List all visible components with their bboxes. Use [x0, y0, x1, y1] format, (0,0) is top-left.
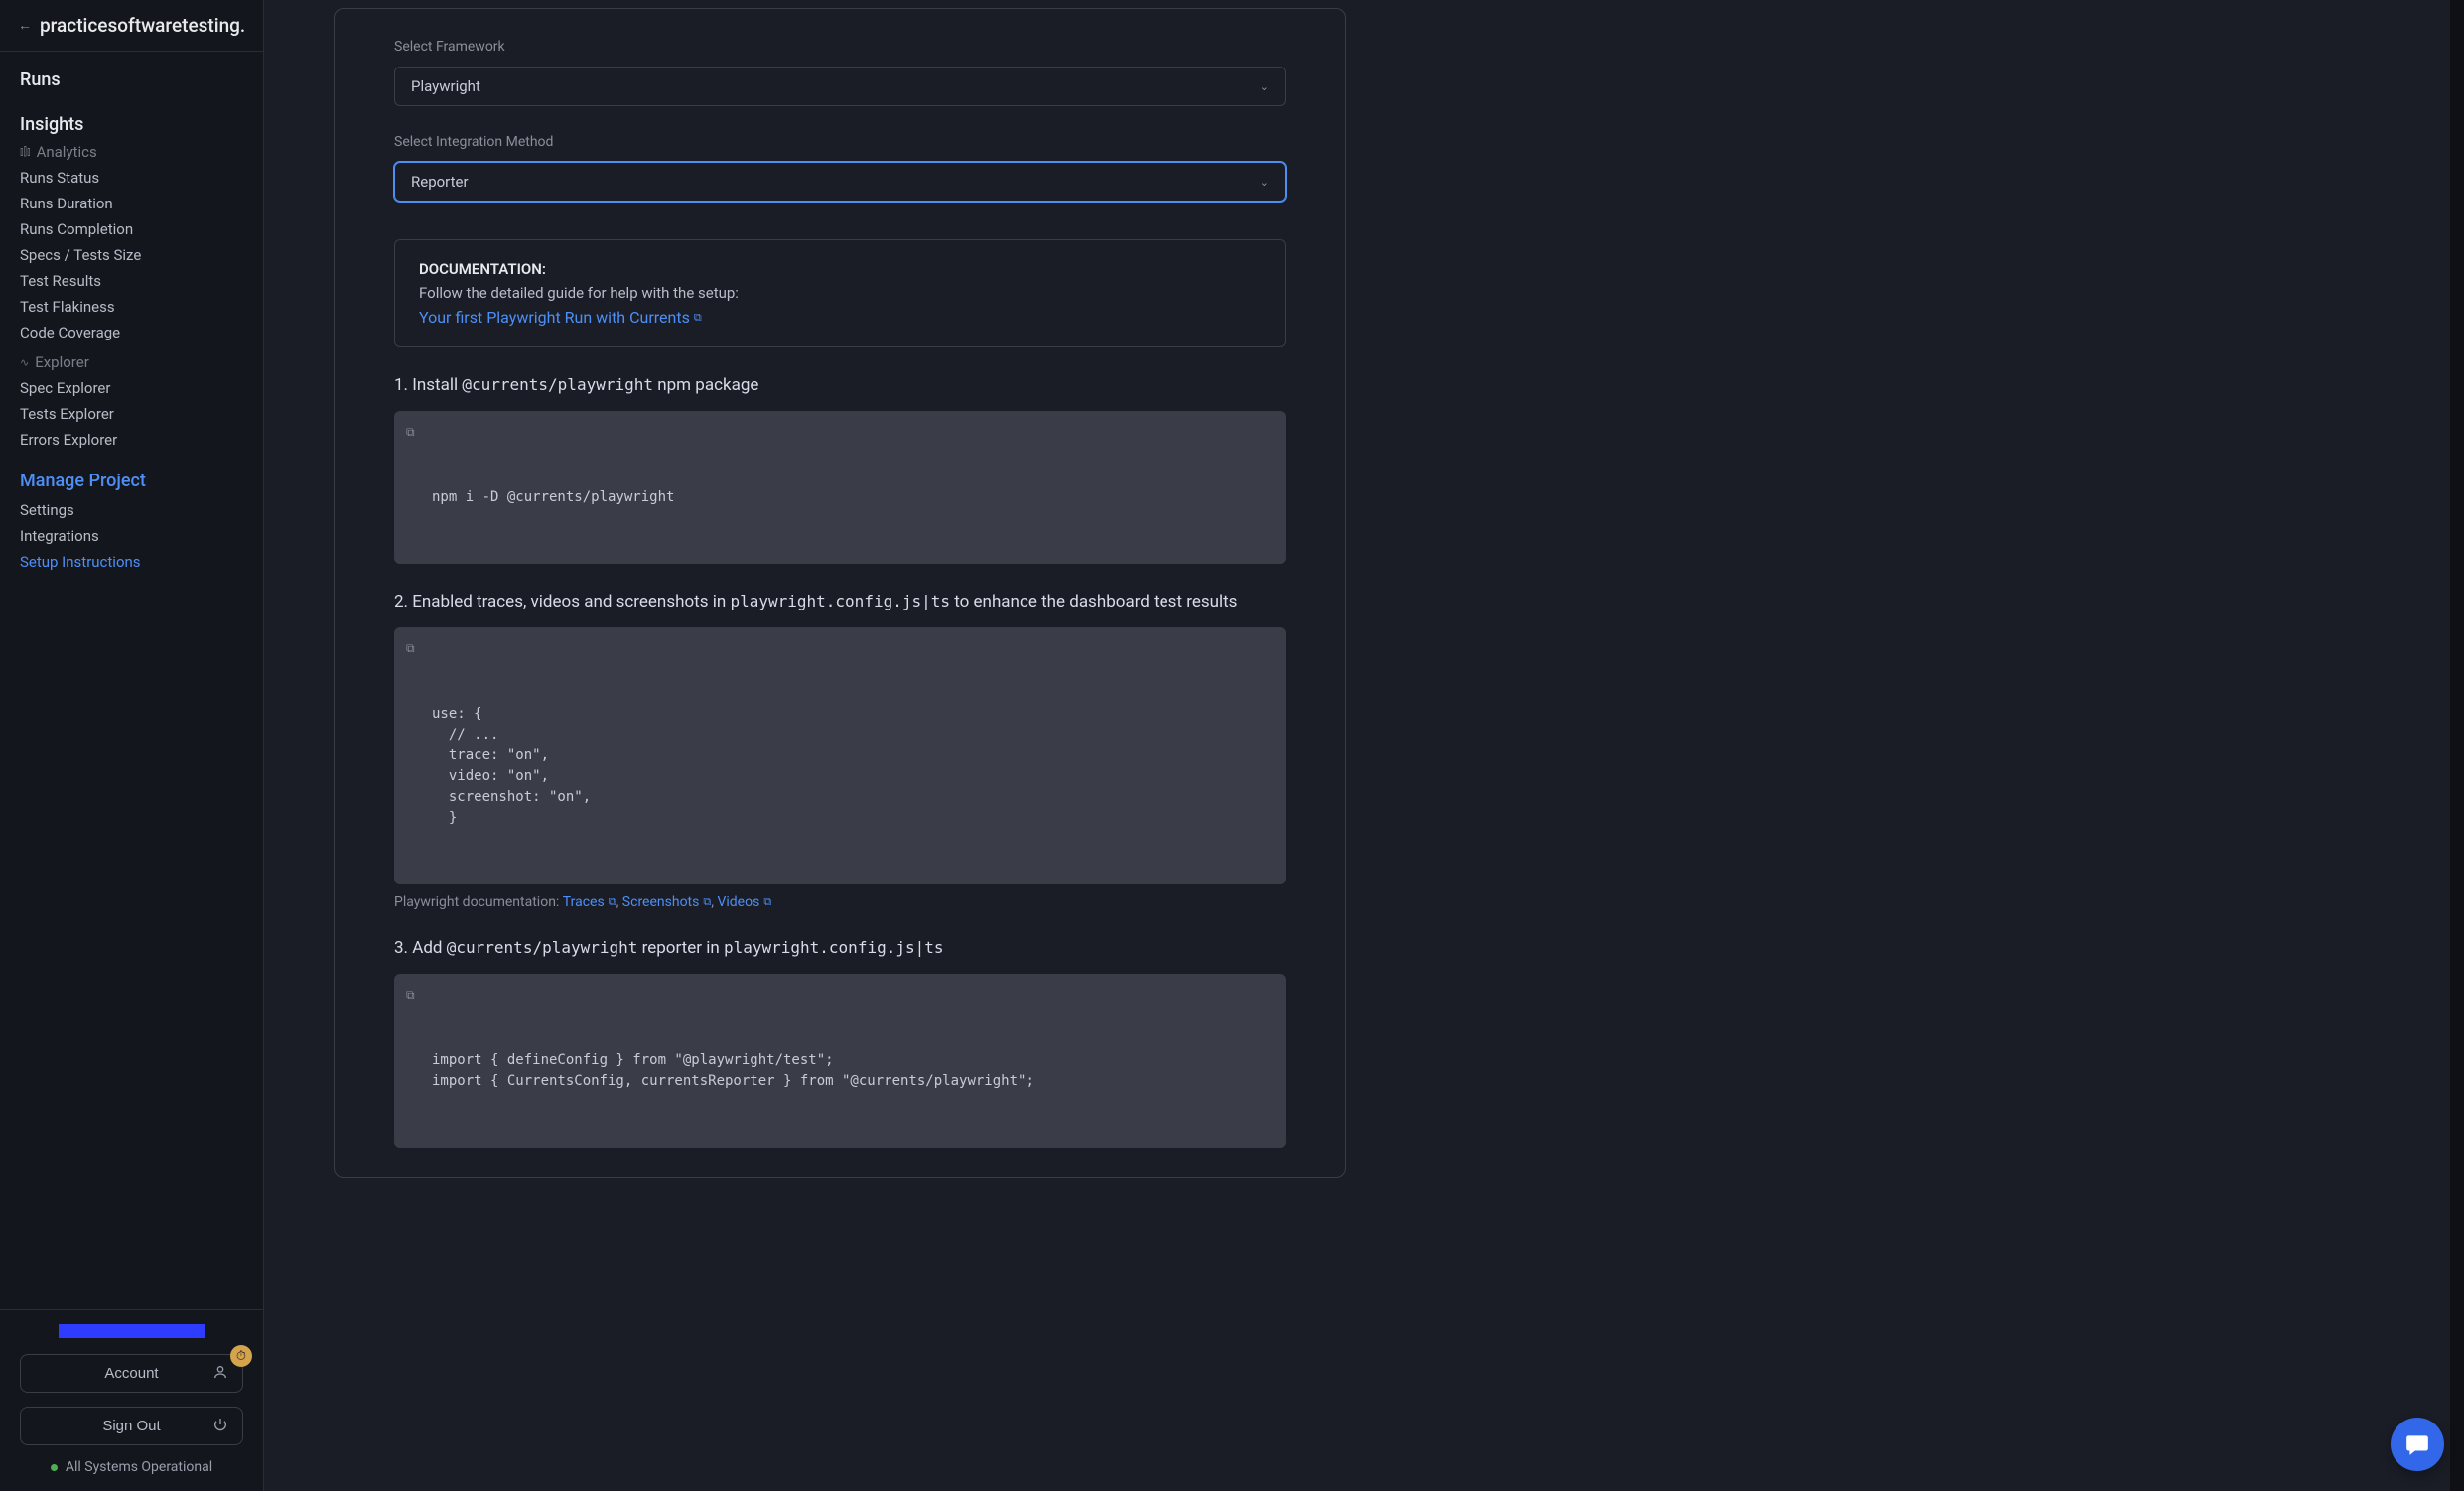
sidebar: ← practicesoftwaretesting.com Runs Insig… [0, 0, 264, 1491]
sidebar-nav: Runs Insights ⫾⫿⫾ Analytics Runs Status … [0, 52, 263, 1309]
sidebar-header: ← practicesoftwaretesting.com [0, 0, 263, 52]
copy-icon[interactable]: ⧉ [406, 423, 415, 441]
setup-card: Select Framework Playwright ⌄ Select Int… [334, 8, 1346, 1178]
step-1: 1. Install @currents/playwright npm pack… [394, 375, 1286, 395]
doc-title: DOCUMENTATION: [419, 260, 1261, 278]
chat-icon [2404, 1431, 2430, 1457]
nav-setup-instructions[interactable]: Setup Instructions [20, 549, 243, 575]
nav-runs-completion[interactable]: Runs Completion [20, 216, 243, 242]
external-link-icon: ⧉ [694, 311, 702, 325]
system-status[interactable]: All Systems Operational [20, 1459, 243, 1475]
chevron-down-icon: ⌄ [1260, 80, 1269, 93]
code-block-config: ⧉ use: { // ... trace: "on", video: "on"… [394, 627, 1286, 884]
scrollbar[interactable] [2450, 0, 2464, 1491]
sidebar-footer: Account ⏱ Sign Out All Systems Operation… [0, 1309, 263, 1491]
doc-link-first-run[interactable]: Your first Playwright Run with Currents … [419, 308, 702, 327]
nav-runs-status[interactable]: Runs Status [20, 165, 243, 191]
nav-runs-duration[interactable]: Runs Duration [20, 191, 243, 216]
step-2: 2. Enabled traces, videos and screenshot… [394, 592, 1286, 611]
link-videos[interactable]: Videos ⧉ [717, 894, 771, 910]
main-content: Select Framework Playwright ⌄ Select Int… [264, 0, 2464, 1491]
nav-analytics-group: ⫾⫿⫾ Analytics [20, 143, 243, 161]
nav-insights[interactable]: Insights [20, 114, 243, 135]
nav-code-coverage[interactable]: Code Coverage [20, 320, 243, 345]
nav-integrations[interactable]: Integrations [20, 523, 243, 549]
nav-specs-tests-size[interactable]: Specs / Tests Size [20, 242, 243, 268]
copy-icon[interactable]: ⧉ [406, 639, 415, 657]
notification-badge: ⏱ [230, 1345, 252, 1367]
nav-tests-explorer[interactable]: Tests Explorer [20, 401, 243, 427]
power-icon [212, 1417, 228, 1436]
nav-test-flakiness[interactable]: Test Flakiness [20, 294, 243, 320]
user-email-redacted [59, 1324, 205, 1338]
doc-text: Follow the detailed guide for help with … [419, 284, 1261, 302]
external-link-icon: ⧉ [609, 895, 616, 909]
step-3: 3. Add @currents/playwright reporter in … [394, 938, 1286, 958]
explorer-icon: ∿ [20, 356, 29, 369]
analytics-icon: ⫾⫿⫾ [20, 145, 31, 159]
documentation-box: DOCUMENTATION: Follow the detailed guide… [394, 239, 1286, 347]
nav-test-results[interactable]: Test Results [20, 268, 243, 294]
playwright-doc-links: Playwright documentation: Traces ⧉, Scre… [394, 894, 1286, 910]
back-arrow-icon[interactable]: ← [18, 17, 32, 34]
framework-select[interactable]: Playwright ⌄ [394, 67, 1286, 106]
integration-label: Select Integration Method [394, 134, 1286, 150]
nav-manage-project[interactable]: Manage Project [20, 471, 243, 491]
chevron-down-icon: ⌄ [1260, 176, 1269, 189]
user-icon [212, 1364, 228, 1384]
status-dot-icon [51, 1464, 58, 1471]
sign-out-button[interactable]: Sign Out [20, 1407, 243, 1445]
nav-explorer-group: ∿ Explorer [20, 353, 243, 371]
integration-select[interactable]: Reporter ⌄ [394, 162, 1286, 202]
nav-settings[interactable]: Settings [20, 497, 243, 523]
code-block-reporter: ⧉ import { defineConfig } from "@playwri… [394, 974, 1286, 1148]
code-block-install: ⧉ npm i -D @currents/playwright [394, 411, 1286, 564]
copy-icon[interactable]: ⧉ [406, 986, 415, 1004]
external-link-icon: ⧉ [763, 895, 771, 909]
link-traces[interactable]: Traces ⧉ [563, 894, 616, 910]
account-button[interactable]: Account ⏱ [20, 1354, 243, 1393]
chat-widget-button[interactable] [2391, 1418, 2444, 1471]
nav-runs[interactable]: Runs [20, 69, 243, 90]
project-title: practicesoftwaretesting.com [40, 14, 245, 37]
link-screenshots[interactable]: Screenshots ⧉ [622, 894, 711, 910]
framework-label: Select Framework [394, 39, 1286, 55]
nav-spec-explorer[interactable]: Spec Explorer [20, 375, 243, 401]
nav-errors-explorer[interactable]: Errors Explorer [20, 427, 243, 453]
